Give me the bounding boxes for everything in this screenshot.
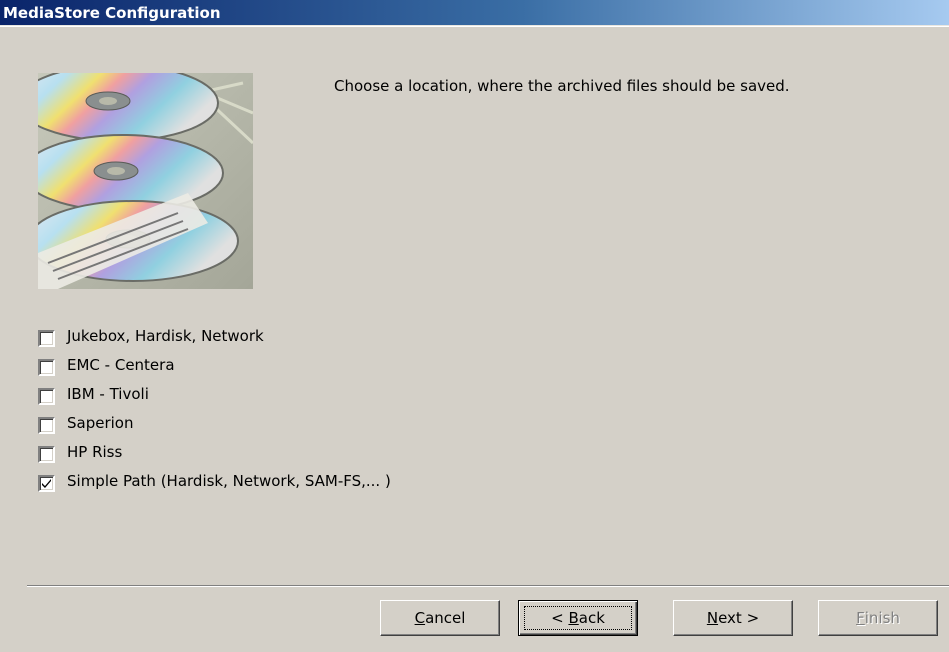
finish-mnemonic: F xyxy=(856,609,865,627)
option-saperion[interactable]: Saperion xyxy=(38,414,391,443)
checkbox-simple-path[interactable] xyxy=(38,475,55,492)
cancel-button[interactable]: Cancel xyxy=(380,600,500,636)
title-divider xyxy=(0,26,949,27)
next-label-rest: ext > xyxy=(718,609,760,627)
checkbox-jukebox[interactable] xyxy=(38,330,55,347)
option-simple-path[interactable]: Simple Path (Hardisk, Network, SAM-FS,..… xyxy=(38,472,391,501)
option-label: IBM - Tivoli xyxy=(67,385,149,403)
cancel-mnemonic: C xyxy=(414,609,426,627)
next-button[interactable]: Next > xyxy=(673,600,793,636)
checkbox-emc-centera[interactable] xyxy=(38,359,55,376)
back-button[interactable]: < Back xyxy=(518,600,638,636)
option-label: Saperion xyxy=(67,414,134,432)
option-label: Jukebox, Hardisk, Network xyxy=(67,327,264,345)
footer-separator xyxy=(27,585,949,587)
checkbox-ibm-tivoli[interactable] xyxy=(38,388,55,405)
option-ibm-tivoli[interactable]: IBM - Tivoli xyxy=(38,385,391,414)
option-label: Simple Path (Hardisk, Network, SAM-FS,..… xyxy=(67,472,391,490)
checkmark-icon xyxy=(42,479,51,488)
option-jukebox[interactable]: Jukebox, Hardisk, Network xyxy=(38,327,391,356)
focus-rect xyxy=(524,606,632,630)
wizard-cd-image xyxy=(38,73,253,289)
option-label: EMC - Centera xyxy=(67,356,175,374)
checkbox-hp-riss[interactable] xyxy=(38,446,55,463)
cancel-label-rest: ancel xyxy=(425,609,466,627)
instruction-text: Choose a location, where the archived fi… xyxy=(334,77,790,95)
finish-button[interactable]: Finish xyxy=(818,600,938,636)
next-mnemonic: N xyxy=(706,609,719,627)
title-bar[interactable]: MediaStore Configuration xyxy=(0,0,949,26)
finish-label-rest: inish xyxy=(864,609,900,627)
storage-options: Jukebox, Hardisk, Network EMC - Centera … xyxy=(38,327,391,501)
option-hp-riss[interactable]: HP Riss xyxy=(38,443,391,472)
option-emc-centera[interactable]: EMC - Centera xyxy=(38,356,391,385)
option-label: HP Riss xyxy=(67,443,123,461)
window-title: MediaStore Configuration xyxy=(3,4,221,22)
checkbox-saperion[interactable] xyxy=(38,417,55,434)
